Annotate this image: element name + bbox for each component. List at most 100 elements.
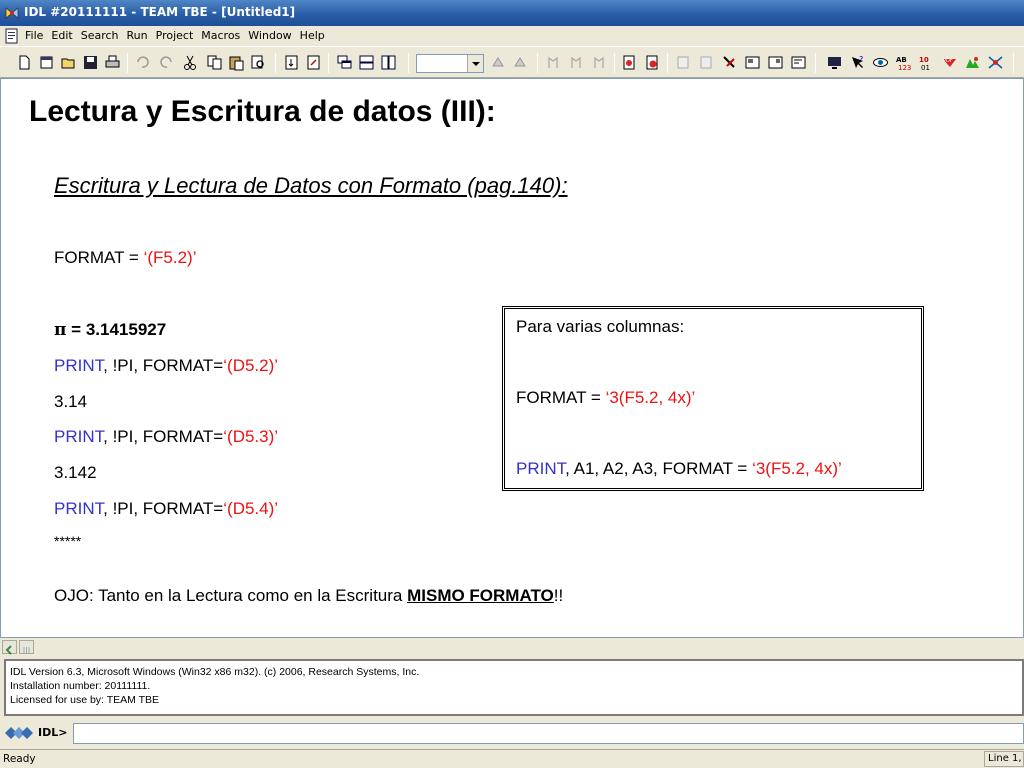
output-line: IDL Version 6.3, Microsoft Windows (Win3…: [10, 666, 420, 678]
pdf-icon[interactable]: PDF: [941, 54, 958, 71]
step-over-icon[interactable]: [512, 54, 529, 71]
export-icon[interactable]: [744, 54, 761, 71]
box-format-label: FORMAT =: [516, 388, 606, 407]
clear-breakpoint-icon[interactable]: [568, 54, 585, 71]
pi-symbol: π: [54, 320, 67, 340]
tile-horizontal-icon[interactable]: [358, 54, 375, 71]
box-print-format: ‘3(F5.2, 4x)’: [752, 459, 842, 478]
numbers-icon[interactable]: 1001: [918, 54, 935, 71]
paste-icon[interactable]: [228, 54, 245, 71]
print-format: ‘(D5.3)’: [223, 427, 279, 446]
print-icon[interactable]: [104, 54, 121, 71]
status-bar: Ready Line 1, C: [0, 749, 1024, 768]
undo-icon[interactable]: [134, 54, 151, 71]
svg-text:123: 123: [898, 64, 911, 71]
cut-icon[interactable]: [182, 54, 199, 71]
print-line-3: PRINT, !PI, FORMAT=‘(D5.4)’: [54, 499, 278, 519]
pi-value: = 3.1415927: [66, 320, 167, 339]
chevron-down-icon[interactable]: [467, 55, 483, 72]
print-keyword: PRINT: [54, 499, 104, 518]
note-emphasis: MISMO FORMATO: [407, 586, 554, 605]
menu-file[interactable]: File: [25, 29, 51, 42]
format-line: FORMAT = ‘(F5.2)’: [54, 248, 196, 268]
multi-column-box: Para varias columnas: FORMAT = ‘3(F5.2, …: [502, 306, 924, 491]
cascade-icon[interactable]: [336, 54, 353, 71]
output-line: Licensed for use by: TEAM TBE: [10, 694, 160, 706]
routine-combo[interactable]: [416, 54, 484, 73]
tile-vertical-icon[interactable]: [380, 54, 397, 71]
new-project-icon[interactable]: [38, 54, 55, 71]
reset-icon[interactable]: [621, 54, 638, 71]
menu-project[interactable]: Project: [156, 29, 202, 42]
note-line: OJO: Tanto en la Lectura como en la Escr…: [54, 586, 563, 606]
open-icon[interactable]: [60, 54, 77, 71]
svg-text:10: 10: [919, 56, 929, 64]
format-label: FORMAT =: [54, 248, 144, 267]
tree-chart-icon[interactable]: [964, 54, 981, 71]
tree-icon[interactable]: [790, 54, 807, 71]
copy-icon[interactable]: [206, 54, 223, 71]
print-keyword: PRINT: [54, 427, 104, 446]
print-format: ‘(D5.4)’: [223, 499, 279, 518]
menu-edit[interactable]: Edit: [51, 29, 80, 42]
output-line-3: *****: [54, 533, 82, 549]
menu-search[interactable]: Search: [81, 29, 127, 42]
menu-macros[interactable]: Macros: [201, 29, 248, 42]
display-icon[interactable]: [767, 54, 784, 71]
output-log[interactable]: IDL Version 6.3, Microsoft Windows (Win3…: [4, 659, 1024, 716]
note-suffix: !!: [553, 586, 564, 605]
find-icon[interactable]: [250, 54, 267, 71]
output-line-1: 3.14: [54, 392, 88, 411]
editor-area[interactable]: Lectura y Escritura de datos (III): Escr…: [0, 78, 1024, 638]
pi-line: π = 3.1415927: [54, 320, 166, 340]
command-input[interactable]: [73, 723, 1024, 744]
command-prompt: IDL>: [38, 726, 68, 739]
box-heading: Para varias columnas:: [516, 317, 685, 336]
format-value: ‘(F5.2)’: [143, 248, 197, 267]
box-print-args: , A1, A2, A3, FORMAT =: [565, 459, 753, 478]
abc-icon[interactable]: AB123: [895, 54, 912, 71]
watch-icon[interactable]: [591, 54, 608, 71]
svg-text:PDF: PDF: [943, 58, 953, 64]
print-args: , !PI, FORMAT=: [103, 356, 224, 375]
stop-icon[interactable]: [644, 54, 661, 71]
breakpoint-icon[interactable]: [545, 54, 562, 71]
menu-run[interactable]: Run: [127, 29, 156, 42]
print-format: ‘(D5.2)’: [223, 356, 279, 375]
scroll-thumb[interactable]: [19, 640, 34, 654]
edit-icon[interactable]: [698, 54, 715, 71]
network-icon[interactable]: [987, 54, 1004, 71]
box-print-keyword: PRINT: [516, 459, 566, 478]
document-icon[interactable]: [5, 28, 19, 44]
window-title: IDL #20111111 - TEAM TBE - [Untitled1]: [24, 5, 296, 19]
slide-subtitle: Escritura y Lectura de Datos con Formato…: [54, 173, 568, 198]
trace-icon[interactable]: [675, 54, 692, 71]
horizontal-scrollbar[interactable]: [0, 638, 1024, 656]
monitor-icon[interactable]: [826, 54, 843, 71]
output-line-2: 3.142: [54, 463, 97, 482]
help-icon[interactable]: ?: [849, 54, 866, 71]
compile-icon[interactable]: [283, 54, 300, 71]
idl-app-icon[interactable]: [4, 5, 20, 21]
eye-icon[interactable]: [872, 54, 889, 71]
new-file-icon[interactable]: [16, 54, 33, 71]
idl-logo-icon: [5, 727, 33, 739]
svg-text:AB: AB: [896, 56, 907, 64]
step-into-icon[interactable]: [490, 54, 507, 71]
print-args: , !PI, FORMAT=: [103, 427, 224, 446]
menu-window[interactable]: Window: [248, 29, 299, 42]
svg-text:01: 01: [921, 64, 930, 71]
menu-help[interactable]: Help: [300, 29, 333, 42]
output-line: Installation number: 20111111.: [10, 680, 151, 692]
redo-icon[interactable]: [158, 54, 175, 71]
idl-window: IDL #20111111 - TEAM TBE - [Untitled1] F…: [0, 0, 1024, 768]
scroll-left-icon[interactable]: [2, 640, 17, 655]
save-icon[interactable]: [82, 54, 99, 71]
run-icon[interactable]: [305, 54, 322, 71]
menu-bar: File Edit Search Run Project Macros Wind…: [0, 26, 1024, 46]
build-icon[interactable]: [721, 54, 738, 71]
svg-text:?: ?: [859, 55, 863, 64]
toolbar: ? AB 123 10 01 PDF: [0, 46, 1024, 78]
print-args: , !PI, FORMAT=: [103, 499, 224, 518]
print-line-1: PRINT, !PI, FORMAT=‘(D5.2)’: [54, 356, 278, 376]
